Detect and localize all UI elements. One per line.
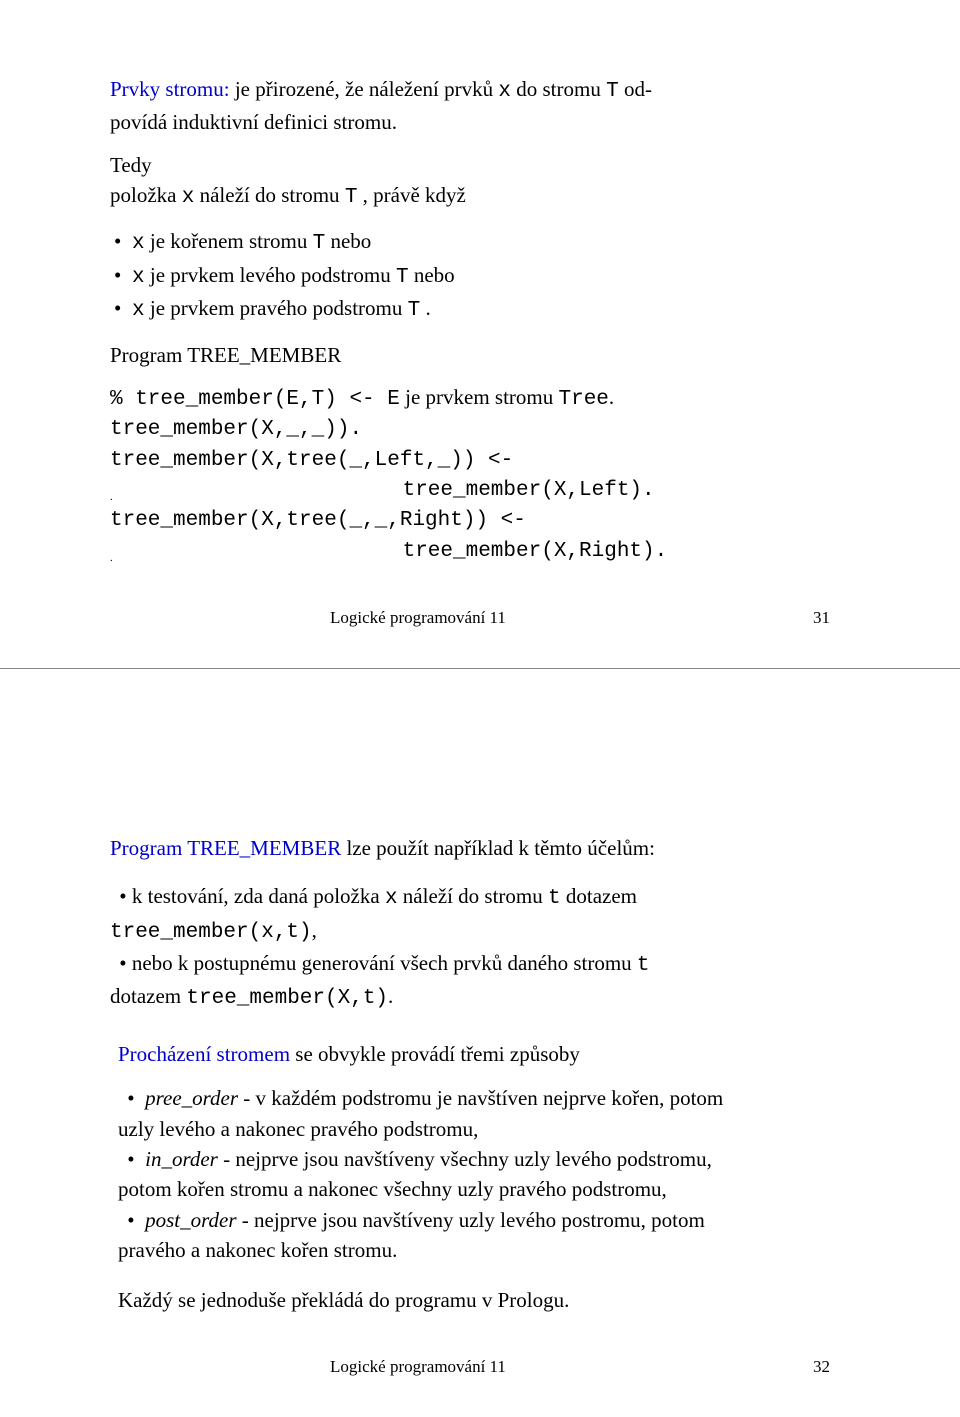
text: je prvkem pravého podstromu [145,296,408,320]
cond-right: x je prvkem pravého podstromu T . [110,293,850,326]
text: lze použít například k těmto účelům: [341,836,655,860]
use-gen-line2: dotazem tree_member(X,t). [110,982,850,1013]
cond-root: x je kořenem stromu T nebo [110,226,850,259]
code-x: x [182,186,195,209]
text: je přirozené, že náležení prvků [230,77,499,101]
program-title: Program TREE_MEMBER [110,341,850,369]
code-Tree: Tree [559,388,609,411]
text: do stromu [511,77,606,101]
code-line-5: tree_member(X,tree(_,_,Right)) <- [110,507,850,535]
tedy-line: Tedy [110,151,850,179]
text: , právě když [357,183,465,207]
text: . [609,385,614,409]
lead-prvky-stromu: Prvky stromu: [110,77,230,101]
text: . [388,984,393,1008]
order-name: in_order [145,1147,218,1171]
text: nebo [409,263,455,287]
text: je kořenem stromu [145,229,313,253]
text: k testování, zda daná položka [127,884,385,908]
text: nebo k postupnému generování všech prvků… [127,951,637,975]
code-T: T [408,299,421,322]
pree-order: • pree_order - v každém podstromu je nav… [118,1084,850,1112]
code-x: x [132,299,145,322]
code-T: T [606,80,619,103]
text: tree_member(X,Left). [113,479,655,502]
use-test: • k testování, zda daná položka x náleží… [110,882,850,913]
slide-footer: Logické programování 11 31 [110,608,850,628]
text: - nejprve jsou navštíveny uzly levého po… [237,1208,705,1232]
code-call: tree_member(X,t) [186,987,388,1010]
code-t: t [548,887,561,910]
code-line-3: tree_member(X,tree(_,Left,_)) <- [110,447,850,475]
code-t: t [637,954,650,977]
text: . [420,296,431,320]
text: se obvykle provádí třemi způsoby [290,1042,580,1066]
footer-title: Logické programování 11 [330,608,506,628]
text: tree_member(X,Right). [113,540,668,563]
code-x: x [498,80,511,103]
text: náleží do stromu [398,884,548,908]
use-test-line2: tree_member(x,t), [110,916,850,947]
in-order: • in_order - nejprve jsou navštíveny vše… [118,1145,850,1173]
text: - v každém podstromu je navštíven nejprv… [238,1086,723,1110]
in-order-line2: potom kořen stromu a nakonec všechny uzl… [118,1175,850,1203]
text: dotazem [110,984,186,1008]
code-call: tree_member(x,t) [110,921,312,944]
post-order-line2: pravého a nakonec kořen stromu. [118,1236,850,1264]
text: od- [619,77,652,101]
lead-program: Program TREE_MEMBER [110,836,341,860]
text: dotazem [561,884,637,908]
text: % tree_member(E,T) <- [110,388,387,411]
polozka-line: položka x náleží do stromu T , právě kdy… [110,181,850,212]
translate-note: Každý se jednoduše překládá do programu … [118,1286,850,1314]
code-x: x [385,887,398,910]
code-x: x [132,232,145,255]
code-line-4: . tree_member(X,Left). [110,477,850,505]
code-line-6: . tree_member(X,Right). [110,538,850,566]
order-name: pree_order [145,1086,238,1110]
order-name: post_order [145,1208,236,1232]
code-E: E [387,388,400,411]
code-T: T [313,232,326,255]
code-T: T [396,266,409,289]
uses-block: • k testování, zda daná položka x náleží… [110,882,850,1013]
slide-31: Prvky stromu: je přirozené, že náležení … [0,0,960,668]
conditions-list: x je kořenem stromu T nebo x je prvkem l… [110,226,850,326]
intro-line2: povídá induktivní definici stromu. [110,108,850,136]
code-x: x [132,266,145,289]
post-order: • post_order - nejprve jsou navštíveny u… [118,1206,850,1234]
text: nebo [325,229,371,253]
slide-32: Program TREE_MEMBER lze použít například… [0,669,960,1416]
code-T: T [345,186,358,209]
intro-line1: Prvky stromu: je přirozené, že náležení … [110,75,850,106]
orders-block: • pree_order - v každém podstromu je nav… [118,1084,850,1264]
comma: , [312,918,317,942]
text: položka [110,183,182,207]
footer-page: 31 [813,608,830,628]
traversal-intro: Procházení stromem se obvykle provádí tř… [118,1040,850,1068]
text: náleží do stromu [194,183,344,207]
text: je prvkem levého podstromu [145,263,396,287]
text: - nejprve jsou navštíveny všechny uzly l… [218,1147,712,1171]
code-comment: % tree_member(E,T) <- E je prvkem stromu… [110,383,850,414]
pree-order-line2: uzly levého a nakonec pravého podstromu, [118,1115,850,1143]
use-gen: • nebo k postupnému generování všech prv… [110,949,850,980]
uses-intro: Program TREE_MEMBER lze použít například… [110,834,850,862]
lead-traversal: Procházení stromem [118,1042,290,1066]
text: je prvkem stromu [400,385,559,409]
code-line-2: tree_member(X,_,_)). [110,416,850,444]
cond-left: x je prvkem levého podstromu T nebo [110,260,850,293]
